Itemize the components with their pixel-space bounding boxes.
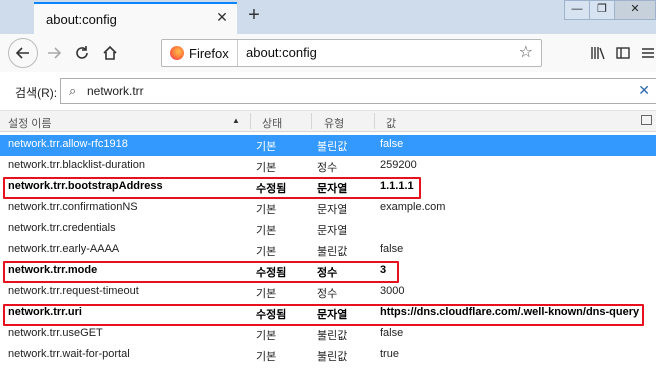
hamburger-menu-icon [642, 48, 654, 58]
pref-type-cell: 불린값 [317, 246, 348, 258]
pref-name-cell: network.trr.useGET [8, 327, 103, 339]
search-input[interactable]: ⌕ network.trr ✕ [60, 78, 656, 104]
navigation-toolbar: Firefox about:config ☆ [0, 34, 656, 73]
pref-name-cell: network.trr.early-AAAA [8, 243, 120, 255]
pref-name-cell: network.trr.confirmationNS [8, 201, 138, 213]
column-header-name[interactable]: 설정 이름 [8, 115, 52, 131]
search-label: 검색(R): [15, 86, 58, 100]
pref-status-cell: 기본 [256, 204, 277, 216]
sidebar-button[interactable] [611, 41, 635, 65]
bookmark-star-icon[interactable]: ☆ [519, 44, 533, 62]
column-divider[interactable] [311, 113, 312, 129]
pref-status-cell: 기본 [256, 141, 277, 153]
column-header-value[interactable]: 값 [386, 115, 396, 131]
firefox-logo-icon [170, 46, 184, 60]
table-row[interactable]: network.trr.confirmationNS 기본 문자열 example.c… [0, 198, 656, 219]
pref-type-cell: 문자열 [317, 225, 348, 237]
highlight-box-mode [3, 261, 399, 283]
search-icon: ⌕ [69, 83, 77, 98]
window-close-button[interactable]: ✕ [614, 0, 656, 20]
url-bar[interactable]: Firefox about:config ☆ [161, 39, 542, 67]
pref-status-cell: 기본 [256, 162, 277, 174]
table-row[interactable]: network.trr.blacklist-duration 기본 정수 259200 [0, 156, 656, 177]
search-row: 검색(R): ⌕ network.trr ✕ [0, 72, 656, 110]
pref-value-cell: false [380, 243, 404, 255]
column-divider[interactable] [250, 113, 251, 129]
pref-status-cell: 기본 [256, 351, 277, 363]
table-row[interactable]: network.trr.credentials 기본 문자열 [0, 219, 656, 240]
pref-status-cell: 기본 [256, 246, 277, 258]
tab-strip: about:config ✕ + — ❐ ✕ [0, 0, 656, 34]
column-header-status[interactable]: 상태 [262, 115, 282, 131]
maximize-button[interactable]: ❐ [589, 0, 615, 20]
forward-arrow-icon [48, 47, 62, 59]
pref-name-cell: network.trr.allow-rfc1918 [8, 138, 128, 150]
new-tab-icon[interactable]: + [244, 5, 264, 25]
pref-value-cell: false [380, 327, 404, 339]
identity-label: Firefox [189, 45, 229, 61]
minimize-button[interactable]: — [564, 0, 590, 20]
pref-type-cell: 문자열 [317, 204, 348, 216]
back-arrow-icon [15, 47, 29, 59]
identity-box[interactable]: Firefox [162, 40, 238, 66]
sidebar-icon [616, 47, 630, 59]
table-row[interactable]: network.trr.wait-for-portal 기본 불린값 true [0, 345, 656, 366]
pref-name-cell: network.trr.wait-for-portal [8, 348, 130, 360]
pref-status-cell: 기본 [256, 330, 277, 342]
pref-name-cell: network.trr.credentials [8, 222, 116, 234]
table-row[interactable]: network.trr.useGET 기본 불린값 false [0, 324, 656, 345]
table-row[interactable]: network.trr.request-timeout 기본 정수 3000 [0, 282, 656, 303]
clear-search-icon[interactable]: ✕ [638, 81, 650, 99]
preferences-table: 설정 이름 ▲ 상태 유형 값 network.trr.allow-rfc191… [0, 110, 656, 389]
forward-button[interactable] [42, 41, 66, 65]
url-text[interactable]: about:config [246, 45, 317, 60]
home-icon [103, 45, 117, 60]
pref-status-cell: 기본 [256, 225, 277, 237]
tab-close-icon[interactable]: ✕ [215, 10, 229, 24]
search-value[interactable]: network.trr [87, 84, 144, 98]
pref-value-cell: false [380, 138, 404, 150]
pref-type-cell: 정수 [317, 288, 338, 300]
pref-value-cell: true [380, 348, 399, 360]
sort-ascending-icon: ▲ [232, 116, 240, 125]
reload-icon [76, 46, 88, 59]
column-picker-icon[interactable] [641, 115, 652, 125]
pref-type-cell: 불린값 [317, 351, 348, 363]
highlight-box-uri [3, 304, 644, 326]
library-button[interactable] [586, 41, 610, 65]
home-button[interactable] [98, 41, 122, 65]
window-controls: — ❐ ✕ [564, 0, 656, 20]
pref-value-cell: example.com [380, 201, 446, 213]
pref-value-cell: 3000 [380, 285, 405, 297]
pref-type-cell: 불린값 [317, 141, 348, 153]
menu-button[interactable] [636, 41, 656, 65]
pref-status-cell: 기본 [256, 288, 277, 300]
column-header-type[interactable]: 유형 [324, 115, 344, 131]
pref-name-cell: network.trr.blacklist-duration [8, 159, 145, 171]
back-button[interactable] [8, 38, 38, 68]
tab-title: about:config [46, 12, 117, 27]
column-divider[interactable] [374, 113, 375, 129]
tab-about-config[interactable]: about:config ✕ [34, 2, 237, 34]
reload-button[interactable] [70, 41, 94, 65]
library-icon [591, 47, 605, 60]
pref-value-cell: 259200 [380, 159, 417, 171]
pref-type-cell: 정수 [317, 162, 338, 174]
pref-type-cell: 불린값 [317, 330, 348, 342]
table-row[interactable]: network.trr.allow-rfc1918 기본 불린값 false [0, 135, 656, 156]
table-row[interactable]: network.trr.early-AAAA 기본 불린값 false [0, 240, 656, 261]
highlight-box-bootstrap-address [3, 177, 421, 199]
table-header: 설정 이름 ▲ 상태 유형 값 [0, 110, 656, 132]
pref-name-cell: network.trr.request-timeout [8, 285, 139, 297]
